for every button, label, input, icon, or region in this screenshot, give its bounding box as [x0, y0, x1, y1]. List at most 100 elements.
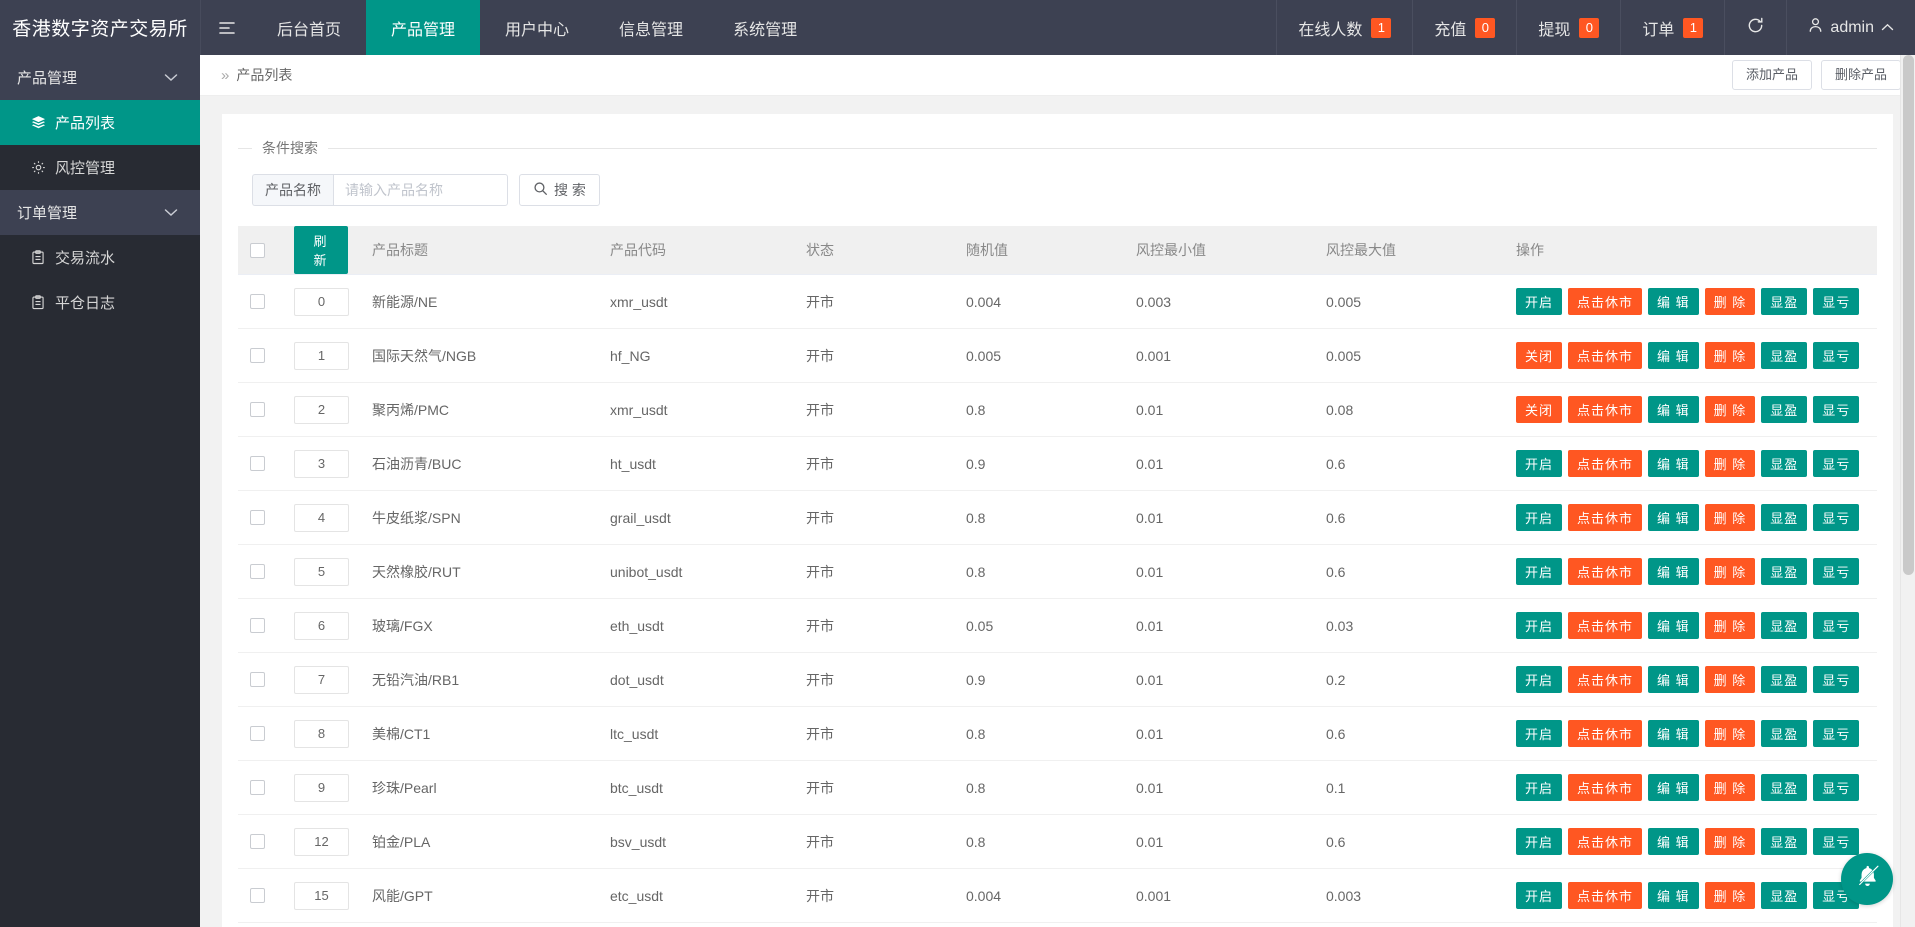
- row-show-loss-button[interactable]: 显亏: [1813, 612, 1860, 639]
- column-header-max[interactable]: 风控最大值: [1314, 226, 1504, 275]
- row-close-button[interactable]: 关闭: [1516, 342, 1563, 369]
- row-show-profit-button[interactable]: 显盈: [1761, 882, 1808, 909]
- row-delete-button[interactable]: 删 除: [1704, 450, 1756, 477]
- row-delete-button[interactable]: 删 除: [1704, 828, 1756, 855]
- row-delete-button[interactable]: 删 除: [1704, 342, 1756, 369]
- row-id-input[interactable]: 15: [294, 881, 349, 910]
- nav-tab-system[interactable]: 系统管理: [708, 0, 822, 55]
- row-id-input[interactable]: 2: [294, 395, 349, 424]
- row-edit-button[interactable]: 编 辑: [1648, 774, 1699, 801]
- row-checkbox[interactable]: [250, 294, 265, 309]
- row-show-loss-button[interactable]: 显亏: [1813, 288, 1860, 315]
- notification-toggle-button[interactable]: [1841, 853, 1893, 905]
- row-open-button[interactable]: 开启: [1516, 288, 1563, 315]
- row-checkbox[interactable]: [250, 456, 265, 471]
- stat-orders[interactable]: 订单 1: [1620, 0, 1724, 55]
- row-edit-button[interactable]: 编 辑: [1648, 828, 1699, 855]
- row-show-loss-button[interactable]: 显亏: [1813, 342, 1860, 369]
- row-show-loss-button[interactable]: 显亏: [1813, 558, 1860, 585]
- sidebar-item-risk-management[interactable]: 风控管理: [0, 145, 200, 190]
- sidebar-toggle-button[interactable]: [200, 0, 252, 55]
- row-edit-button[interactable]: 编 辑: [1648, 504, 1699, 531]
- row-show-profit-button[interactable]: 显盈: [1761, 396, 1808, 423]
- row-show-profit-button[interactable]: 显盈: [1761, 504, 1808, 531]
- delete-product-button[interactable]: 删除产品: [1820, 60, 1901, 90]
- row-checkbox[interactable]: [250, 780, 265, 795]
- row-id-input[interactable]: 8: [294, 719, 349, 748]
- row-checkbox[interactable]: [250, 726, 265, 741]
- sidebar-item-transaction-flow[interactable]: 交易流水: [0, 235, 200, 280]
- row-checkbox[interactable]: [250, 402, 265, 417]
- row-delete-button[interactable]: 删 除: [1704, 666, 1756, 693]
- row-edit-button[interactable]: 编 辑: [1648, 396, 1699, 423]
- row-checkbox[interactable]: [250, 672, 265, 687]
- row-close-button[interactable]: 关闭: [1516, 396, 1563, 423]
- row-delete-button[interactable]: 删 除: [1704, 720, 1756, 747]
- row-open-button[interactable]: 开启: [1516, 720, 1563, 747]
- row-checkbox[interactable]: [250, 510, 265, 525]
- column-header-min[interactable]: 风控最小值: [1124, 226, 1314, 275]
- column-header-title[interactable]: 产品标题: [360, 226, 598, 275]
- row-show-profit-button[interactable]: 显盈: [1761, 288, 1808, 315]
- row-halt-market-button[interactable]: 点击休市: [1568, 720, 1643, 747]
- row-halt-market-button[interactable]: 点击休市: [1568, 396, 1643, 423]
- row-open-button[interactable]: 开启: [1516, 504, 1563, 531]
- row-id-input[interactable]: 1: [294, 341, 349, 370]
- select-all-checkbox[interactable]: [250, 242, 265, 258]
- row-edit-button[interactable]: 编 辑: [1648, 612, 1699, 639]
- row-show-loss-button[interactable]: 显亏: [1813, 504, 1860, 531]
- row-show-profit-button[interactable]: 显盈: [1761, 342, 1808, 369]
- row-halt-market-button[interactable]: 点击休市: [1568, 504, 1643, 531]
- row-delete-button[interactable]: 删 除: [1704, 612, 1756, 639]
- row-show-profit-button[interactable]: 显盈: [1761, 558, 1808, 585]
- row-show-loss-button[interactable]: 显亏: [1813, 720, 1860, 747]
- nav-tab-users[interactable]: 用户中心: [480, 0, 594, 55]
- row-id-input[interactable]: 7: [294, 665, 349, 694]
- sidebar-group-order-management[interactable]: 订单管理: [0, 190, 200, 235]
- row-checkbox[interactable]: [250, 834, 265, 849]
- row-edit-button[interactable]: 编 辑: [1648, 720, 1699, 747]
- row-delete-button[interactable]: 删 除: [1704, 558, 1756, 585]
- row-halt-market-button[interactable]: 点击休市: [1568, 828, 1643, 855]
- refresh-button[interactable]: [1724, 0, 1786, 55]
- row-open-button[interactable]: 开启: [1516, 666, 1563, 693]
- row-checkbox[interactable]: [250, 618, 265, 633]
- row-show-profit-button[interactable]: 显盈: [1761, 612, 1808, 639]
- row-halt-market-button[interactable]: 点击休市: [1568, 558, 1643, 585]
- product-name-input[interactable]: [333, 174, 508, 206]
- column-header-code[interactable]: 产品代码: [598, 226, 794, 275]
- row-halt-market-button[interactable]: 点击休市: [1568, 774, 1643, 801]
- row-delete-button[interactable]: 删 除: [1704, 396, 1756, 423]
- row-show-profit-button[interactable]: 显盈: [1761, 720, 1808, 747]
- row-open-button[interactable]: 开启: [1516, 882, 1563, 909]
- row-show-profit-button[interactable]: 显盈: [1761, 666, 1808, 693]
- search-button[interactable]: 搜 索: [519, 174, 600, 206]
- row-halt-market-button[interactable]: 点击休市: [1568, 342, 1643, 369]
- column-header-state[interactable]: 状态: [794, 226, 954, 275]
- row-halt-market-button[interactable]: 点击休市: [1568, 666, 1643, 693]
- row-edit-button[interactable]: 编 辑: [1648, 666, 1699, 693]
- row-checkbox[interactable]: [250, 348, 265, 363]
- row-open-button[interactable]: 开启: [1516, 828, 1563, 855]
- row-delete-button[interactable]: 删 除: [1704, 774, 1756, 801]
- row-show-profit-button[interactable]: 显盈: [1761, 828, 1808, 855]
- row-edit-button[interactable]: 编 辑: [1648, 882, 1699, 909]
- column-header-random[interactable]: 随机值: [954, 226, 1124, 275]
- row-open-button[interactable]: 开启: [1516, 558, 1563, 585]
- row-show-profit-button[interactable]: 显盈: [1761, 774, 1808, 801]
- row-id-input[interactable]: 4: [294, 503, 349, 532]
- sidebar-item-close-position-log[interactable]: 平仓日志: [0, 280, 200, 325]
- add-product-button[interactable]: 添加产品: [1731, 60, 1812, 90]
- sidebar-group-product-management[interactable]: 产品管理: [0, 55, 200, 100]
- row-halt-market-button[interactable]: 点击休市: [1568, 450, 1643, 477]
- row-delete-button[interactable]: 删 除: [1704, 882, 1756, 909]
- row-checkbox[interactable]: [250, 888, 265, 903]
- row-show-loss-button[interactable]: 显亏: [1813, 396, 1860, 423]
- user-menu[interactable]: admin: [1786, 0, 1915, 55]
- row-checkbox[interactable]: [250, 564, 265, 579]
- row-halt-market-button[interactable]: 点击休市: [1568, 882, 1643, 909]
- row-show-loss-button[interactable]: 显亏: [1813, 828, 1860, 855]
- sidebar-item-product-list[interactable]: 产品列表: [0, 100, 200, 145]
- row-open-button[interactable]: 开启: [1516, 774, 1563, 801]
- row-id-input[interactable]: 0: [294, 287, 349, 316]
